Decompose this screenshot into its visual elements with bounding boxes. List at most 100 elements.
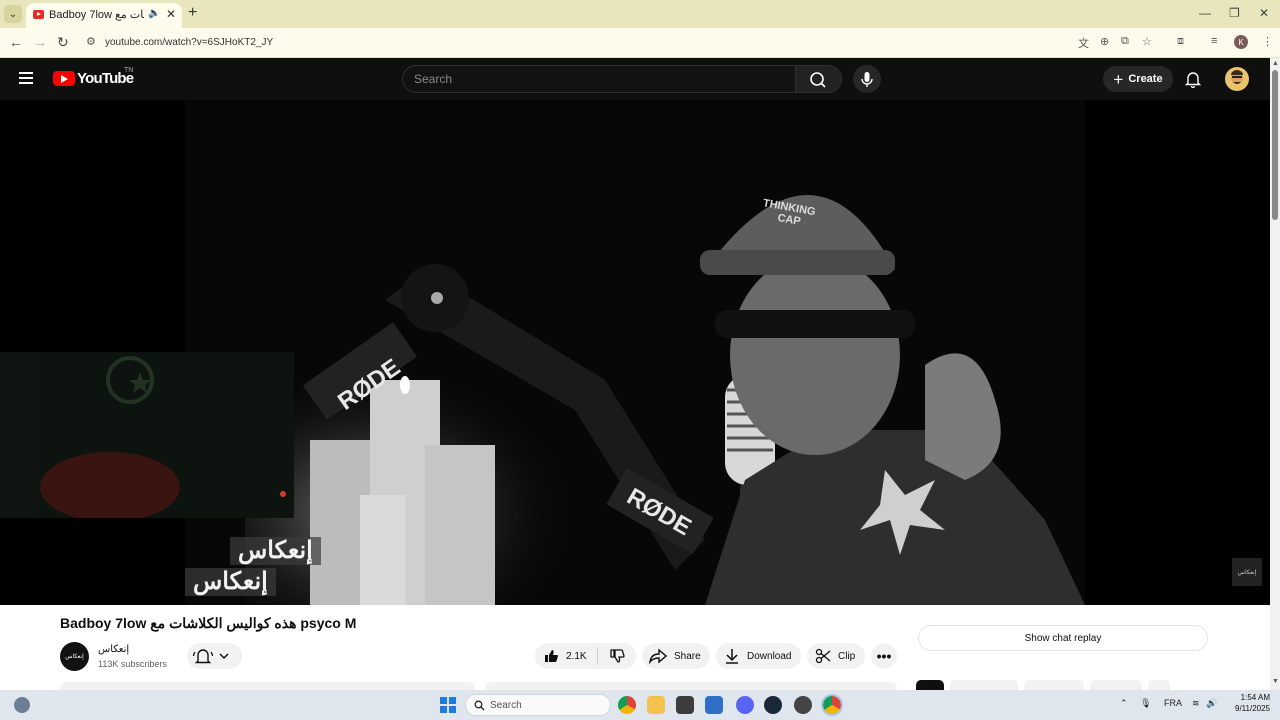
scroll-thumb[interactable] bbox=[1272, 70, 1278, 220]
tray-expand-icon[interactable]: ⌃ bbox=[1120, 698, 1128, 708]
subscriber-count: 113K subscribers bbox=[98, 659, 167, 669]
description-box[interactable] bbox=[60, 682, 475, 690]
steam-icon[interactable] bbox=[764, 696, 782, 714]
scroll-up-arrow-icon[interactable]: ▲ bbox=[1272, 60, 1279, 67]
like-count: 2.1K bbox=[566, 650, 587, 662]
more-actions-button[interactable]: ••• bbox=[871, 643, 897, 669]
chrome-active-icon[interactable] bbox=[821, 694, 843, 716]
url-text: youtube.com/watch?v=6SJHoKT2_JY bbox=[105, 37, 274, 48]
widgets-icon[interactable] bbox=[14, 697, 30, 713]
mail-icon[interactable] bbox=[705, 696, 723, 714]
bookmark-star-icon[interactable]: ☆ bbox=[1142, 35, 1152, 48]
app-icon[interactable] bbox=[794, 696, 812, 714]
chip-all[interactable] bbox=[916, 680, 944, 690]
maximize-icon[interactable]: ❐ bbox=[1229, 6, 1240, 20]
language-indicator[interactable]: FRA bbox=[1164, 698, 1182, 708]
browser-tab-active[interactable]: Badboy 7low هذه كواليس الكلاشات مع 🔈 ✕ bbox=[26, 3, 182, 28]
volume-icon[interactable]: 🔊 bbox=[1206, 698, 1217, 708]
download-label: Download bbox=[747, 650, 792, 662]
video-scene: RØDE RØDE THINKING CAP bbox=[185, 100, 1085, 605]
microphone-icon bbox=[861, 72, 873, 87]
browser-menu-icon[interactable]: ⋮ bbox=[1262, 35, 1273, 48]
site-info-icon[interactable]: ⚙ bbox=[86, 35, 96, 48]
extensions-icon[interactable]: ⧈ bbox=[1177, 35, 1184, 48]
reading-list-icon[interactable]: ≡ bbox=[1211, 35, 1217, 47]
reload-icon[interactable]: ↻ bbox=[57, 34, 69, 51]
discord-icon[interactable] bbox=[736, 696, 754, 714]
profile-avatar[interactable]: K bbox=[1234, 35, 1248, 49]
chip-recommendation[interactable] bbox=[1024, 680, 1084, 690]
create-button[interactable]: + Create bbox=[1103, 66, 1173, 92]
share-arrow-icon bbox=[649, 648, 667, 664]
minimize-icon[interactable]: — bbox=[1199, 6, 1211, 20]
scroll-down-arrow-icon[interactable]: ▼ bbox=[1272, 678, 1279, 685]
account-avatar[interactable] bbox=[1225, 67, 1249, 91]
video-player[interactable]: RØDE RØDE THINKING CAP إنعكاس إنعكاس إنع… bbox=[0, 100, 1270, 605]
menu-icon[interactable] bbox=[19, 72, 33, 84]
file-explorer-icon[interactable] bbox=[647, 696, 665, 714]
tab-title: Badboy 7low هذه كواليس الكلاشات مع bbox=[49, 9, 144, 21]
channel-avatar[interactable]: إنعكاس bbox=[60, 642, 89, 671]
back-icon[interactable]: ← bbox=[9, 34, 23, 50]
close-tab-icon[interactable]: ✕ bbox=[166, 7, 176, 21]
channel-branding-text: إنعكاس bbox=[185, 568, 276, 596]
install-app-icon[interactable]: ⧉ bbox=[1121, 35, 1129, 48]
channel-name[interactable]: إنعكاس bbox=[98, 644, 129, 655]
taskbar-search[interactable]: Search bbox=[465, 694, 611, 716]
create-label: Create bbox=[1128, 73, 1163, 85]
dislike-button[interactable] bbox=[598, 643, 636, 669]
search-box bbox=[402, 65, 796, 93]
new-tab-icon[interactable]: + bbox=[188, 4, 197, 22]
speaker-icon[interactable]: 🔈 bbox=[148, 8, 160, 19]
chip-recommendation[interactable] bbox=[1148, 680, 1170, 690]
share-label: Share bbox=[674, 650, 701, 662]
tab-search-button[interactable]: ⌄ bbox=[4, 5, 22, 23]
clock-date[interactable]: 9/11/2025 bbox=[1226, 704, 1270, 713]
clock-time[interactable]: 1:54 AM bbox=[1226, 693, 1270, 702]
chrome-icon[interactable] bbox=[618, 696, 636, 714]
chip-recommendation[interactable] bbox=[1090, 680, 1142, 690]
clip-label: Clip bbox=[838, 650, 856, 662]
channel-branding-text: إنعكاس bbox=[230, 537, 321, 565]
notifications-button[interactable] bbox=[1184, 70, 1202, 89]
forward-icon[interactable]: → bbox=[33, 34, 47, 50]
search-icon bbox=[810, 72, 826, 88]
page-scrollbar[interactable]: ▲ ▼ bbox=[1270, 58, 1280, 690]
bell-ringing-icon bbox=[192, 649, 229, 664]
search-input[interactable] bbox=[403, 66, 783, 92]
search-icon bbox=[474, 700, 485, 711]
translate-icon[interactable]: 文 bbox=[1078, 35, 1089, 51]
region-code: TN bbox=[124, 67, 134, 74]
wifi-icon[interactable]: ≋ bbox=[1192, 698, 1200, 708]
thumbs-up-icon bbox=[545, 650, 558, 662]
windows-start-icon[interactable] bbox=[440, 697, 456, 713]
plus-icon: + bbox=[1113, 69, 1124, 89]
like-button[interactable]: 2.1K bbox=[535, 643, 597, 669]
windows-taskbar: Search ⌃ 🎙 FRA ≋ 🔊 1:54 AM 9/11/2025 bbox=[0, 690, 1280, 720]
close-window-icon[interactable]: ✕ bbox=[1259, 6, 1269, 20]
scissors-icon bbox=[815, 648, 831, 664]
show-chat-replay-button[interactable]: Show chat replay bbox=[918, 625, 1208, 651]
chip-recommendation[interactable] bbox=[950, 680, 1018, 690]
clip-button[interactable]: Clip bbox=[807, 643, 865, 669]
voice-search-button[interactable] bbox=[853, 65, 881, 93]
flag-overlay-scene bbox=[0, 352, 294, 522]
youtube-play-logo-icon bbox=[53, 71, 75, 86]
zoom-icon[interactable]: ⊕ bbox=[1100, 35, 1109, 48]
download-icon bbox=[726, 649, 738, 664]
download-button[interactable]: Download bbox=[716, 643, 801, 669]
youtube-masthead: YouTube TN + Create bbox=[0, 58, 1270, 100]
video-title: Badboy 7low هذه كواليس الكلاشات مع psyco… bbox=[60, 615, 357, 631]
video-frame: RØDE RØDE THINKING CAP bbox=[185, 100, 1085, 605]
search-button[interactable] bbox=[796, 65, 842, 93]
youtube-favicon-icon bbox=[33, 10, 44, 19]
bell-icon bbox=[1184, 72, 1202, 89]
address-bar[interactable]: ⚙ youtube.com/watch?v=6SJHoKT2_JY bbox=[80, 32, 1160, 54]
comments-box[interactable] bbox=[485, 682, 897, 690]
microphone-tray-icon[interactable]: 🎙 bbox=[1140, 698, 1151, 708]
youtube-logo[interactable]: YouTube bbox=[53, 70, 134, 87]
subscription-notifications-button[interactable] bbox=[187, 643, 242, 669]
channel-watermark[interactable]: إنعكاس bbox=[1232, 558, 1262, 586]
share-button[interactable]: Share bbox=[642, 643, 710, 669]
store-icon[interactable] bbox=[676, 696, 694, 714]
